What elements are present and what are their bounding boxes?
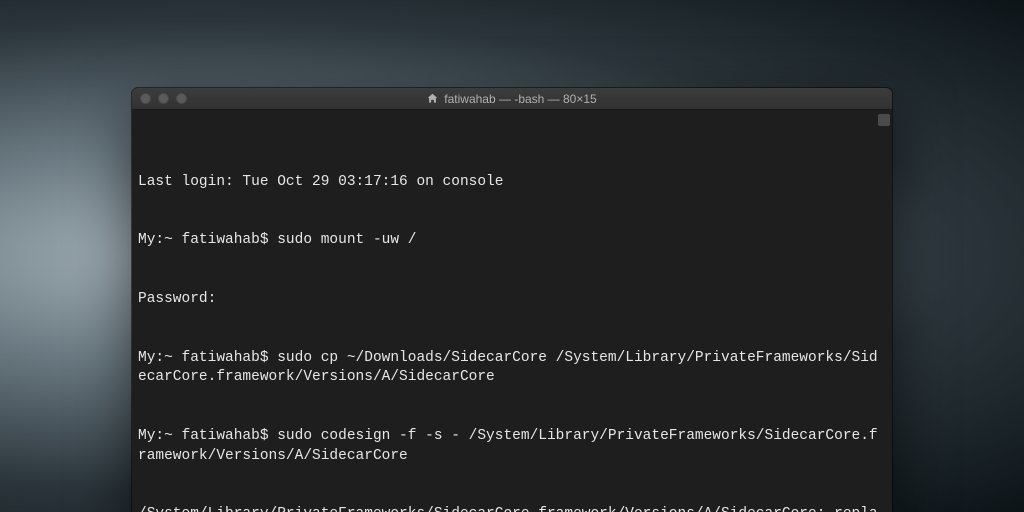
traffic-lights <box>140 93 187 104</box>
zoom-button[interactable] <box>176 93 187 104</box>
window-title: fatiwahab — -bash — 80×15 <box>132 92 892 106</box>
terminal-line: My:~ fatiwahab$ sudo cp ~/Downloads/Side… <box>138 349 886 388</box>
terminal-line: Last login: Tue Oct 29 03:17:16 on conso… <box>138 173 886 193</box>
scrollbar-corner[interactable] <box>878 114 890 126</box>
window-title-text: fatiwahab — -bash — 80×15 <box>444 92 596 106</box>
terminal-content[interactable]: Last login: Tue Oct 29 03:17:16 on conso… <box>132 110 892 512</box>
minimize-button[interactable] <box>158 93 169 104</box>
terminal-window: fatiwahab — -bash — 80×15 Last login: Tu… <box>132 88 892 512</box>
terminal-line: Password: <box>138 290 886 310</box>
terminal-line: My:~ fatiwahab$ sudo codesign -f -s - /S… <box>138 427 886 466</box>
terminal-line: /System/Library/PrivateFrameworks/Sideca… <box>138 505 886 512</box>
title-bar[interactable]: fatiwahab — -bash — 80×15 <box>132 88 892 110</box>
close-button[interactable] <box>140 93 151 104</box>
desktop-background: fatiwahab — -bash — 80×15 Last login: Tu… <box>0 0 1024 512</box>
terminal-line: My:~ fatiwahab$ sudo mount -uw / <box>138 231 886 251</box>
home-icon <box>427 93 438 104</box>
